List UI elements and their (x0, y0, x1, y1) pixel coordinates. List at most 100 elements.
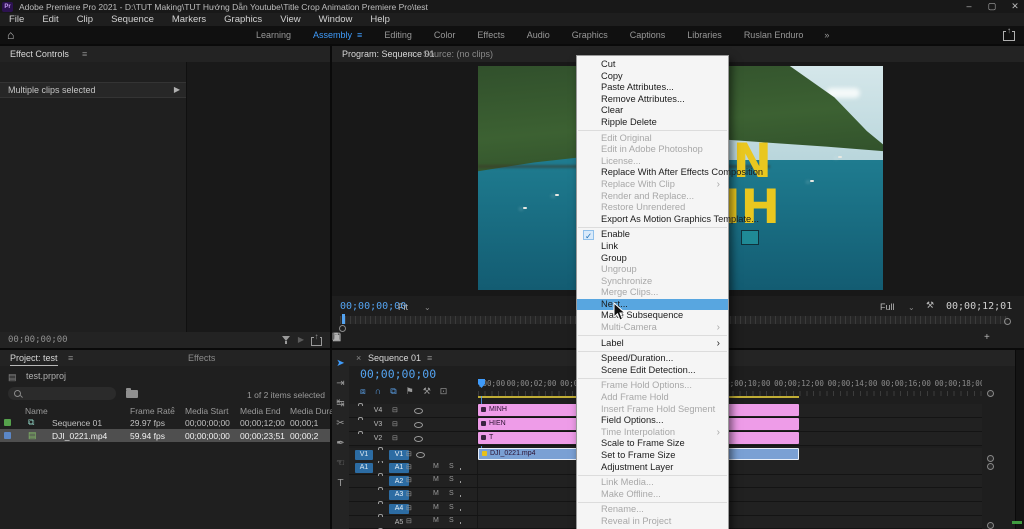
sync-lock-icon[interactable]: ⊟ (406, 517, 412, 525)
scroll-handle[interactable] (987, 522, 994, 529)
track-name[interactable]: V4 (368, 406, 388, 416)
scrubber-right-handle[interactable] (1004, 318, 1011, 325)
context-menu-item[interactable]: Speed/Duration...› (577, 353, 728, 365)
maximize-button[interactable]: ▢ (983, 0, 1001, 13)
context-menu-item[interactable]: › (578, 377, 727, 379)
solo-icon[interactable]: S (449, 517, 454, 524)
context-menu-item[interactable]: Insert Frame Hold Segment› (577, 404, 728, 416)
menubar-item[interactable]: Sequence (102, 13, 163, 26)
playback-resolution-dropdown[interactable]: Full (880, 302, 895, 312)
menubar-item[interactable]: Clip (68, 13, 102, 26)
context-menu-item[interactable]: › (578, 501, 727, 503)
razor-tool[interactable]: ✂ (336, 418, 344, 429)
panel-menu-icon[interactable]: ≡ (82, 49, 87, 59)
scroll-handle[interactable] (987, 390, 994, 397)
track-output-eye-icon[interactable] (414, 407, 423, 414)
workspace-tab[interactable]: Effects≡ (466, 30, 515, 40)
settings-wrench-icon[interactable]: ⚒ (926, 300, 934, 311)
mute-icon[interactable]: M (433, 504, 439, 511)
menubar-item[interactable]: Edit (33, 13, 67, 26)
column-name[interactable]: Name (25, 406, 48, 416)
context-menu-item[interactable]: Time Interpolation › (577, 427, 728, 439)
mute-icon[interactable]: M (433, 463, 439, 470)
ripple-edit-tool[interactable]: ↹ (336, 398, 344, 409)
context-menu-item[interactable]: › (578, 226, 727, 228)
track-name[interactable]: V3 (368, 420, 388, 430)
menubar-item[interactable]: Window (310, 13, 362, 26)
tab-source-monitor[interactable]: Source: (no clips) (423, 49, 493, 59)
menubar-item[interactable]: File (0, 13, 33, 26)
workspace-tab[interactable]: Editing≡ (373, 30, 423, 40)
context-menu-item[interactable]: Nest...› (577, 298, 728, 311)
insert-as-nest-icon[interactable]: ⧈ (360, 386, 366, 397)
label-color-chip[interactable] (4, 419, 11, 426)
solo-icon[interactable]: S (449, 476, 454, 483)
chevron-down-icon[interactable]: ⌄ (908, 303, 915, 312)
context-menu-item[interactable]: Edit in Adobe Photoshop› (577, 144, 728, 156)
context-menu-item[interactable]: Make Offline...› (577, 489, 728, 501)
timeline-ruler[interactable]: ;00;0000;00;02;0000;00;04;0000;00;06;000… (478, 378, 982, 396)
track-name[interactable]: V2 (368, 434, 388, 444)
scroll-handle[interactable] (987, 463, 994, 470)
captions-icon[interactable]: ⊡ (440, 386, 448, 397)
context-menu-item[interactable]: Link› (577, 241, 728, 253)
context-menu-item[interactable]: Enable› (577, 229, 728, 241)
column-frame-rate[interactable]: Frame Rate (130, 406, 175, 416)
context-menu-item[interactable]: Restore Unrendered› (577, 202, 728, 214)
context-menu-item[interactable]: › (578, 350, 727, 352)
tab-project[interactable]: Project: test (10, 353, 58, 366)
context-menu-item[interactable]: Cut› (577, 59, 728, 71)
add-marker-icon[interactable]: ⚑ (406, 386, 414, 397)
effect-controls-selection-row[interactable]: Multiple clips selected ▶ (0, 82, 186, 98)
menubar-item[interactable]: Markers (163, 13, 215, 26)
context-menu-item[interactable]: Frame Hold Options...› (577, 380, 728, 392)
workspace-tab[interactable]: Ruslan Enduro≡ (733, 30, 815, 40)
solo-icon[interactable]: S (449, 463, 454, 470)
timeline-settings-icon[interactable]: ⚒ (423, 386, 431, 397)
program-playhead[interactable] (342, 314, 345, 324)
track-output-eye-icon[interactable] (414, 435, 423, 442)
context-menu-item[interactable]: Ungroup› (577, 264, 728, 276)
add-button[interactable]: + (984, 332, 990, 343)
context-menu-item[interactable]: Clear› (577, 105, 728, 117)
context-menu-item[interactable]: Paste Attributes...› (577, 82, 728, 94)
pen-tool[interactable]: ✒ (336, 438, 344, 449)
sync-lock-icon[interactable]: ⊟ (392, 420, 398, 428)
context-menu-item[interactable]: Multi-Camera › (577, 322, 728, 334)
mute-icon[interactable]: M (433, 490, 439, 497)
context-menu-item[interactable]: Render and Replace...› (577, 191, 728, 203)
program-current-timecode[interactable]: 00;00;00;00 (340, 301, 406, 312)
context-menu-item[interactable]: Adjustment Layer› (577, 462, 728, 474)
solo-icon[interactable]: S (449, 490, 454, 497)
context-menu-item[interactable]: Group› (577, 253, 728, 265)
track-output-eye-icon[interactable] (416, 451, 425, 458)
comparison-view-icon[interactable]: ❏ (332, 332, 341, 343)
context-menu-item[interactable]: Rename...› (577, 504, 728, 516)
context-menu-item[interactable]: Synchronize› (577, 276, 728, 288)
column-media-end[interactable]: Media End (240, 406, 281, 416)
context-menu-item[interactable]: Copy› (577, 71, 728, 83)
mute-icon[interactable]: M (433, 476, 439, 483)
scroll-handle[interactable] (987, 455, 994, 462)
tab-effect-controls[interactable]: Effect Controls (10, 49, 69, 59)
menubar-item[interactable]: Help (361, 13, 399, 26)
project-item-row[interactable]: ⧉ ▤ Sequence 01 29.97 fps 00;00;00;00 00… (0, 416, 330, 429)
menubar-item[interactable]: Graphics (215, 13, 271, 26)
context-menu-item[interactable]: Set to Frame Size› (577, 450, 728, 462)
sync-lock-icon[interactable]: ⊟ (392, 406, 398, 414)
context-menu-item[interactable]: Remove Attributes...› (577, 94, 728, 106)
export-icon[interactable] (311, 332, 322, 346)
context-menu-item[interactable]: Make Subsequence› (577, 310, 728, 322)
home-icon[interactable]: ⌂ (7, 28, 14, 42)
selection-tool[interactable]: ➤ (336, 358, 344, 369)
workspace-tab[interactable]: Libraries≡ (676, 30, 733, 40)
linked-selection-icon[interactable]: ⧉ (390, 386, 396, 397)
hand-tool[interactable]: ☜ (336, 458, 345, 469)
workspace-tab[interactable]: Color≡ (423, 30, 467, 40)
panel-menu-icon[interactable]: ≡ (427, 353, 432, 363)
zoom-level-dropdown[interactable]: Fit (398, 302, 408, 312)
track-output-eye-icon[interactable] (414, 421, 423, 428)
workspace-tab[interactable]: Captions≡ (619, 30, 677, 40)
chevron-down-icon[interactable]: ⌄ (424, 303, 431, 312)
panel-menu-icon[interactable]: ≡ (357, 30, 362, 40)
